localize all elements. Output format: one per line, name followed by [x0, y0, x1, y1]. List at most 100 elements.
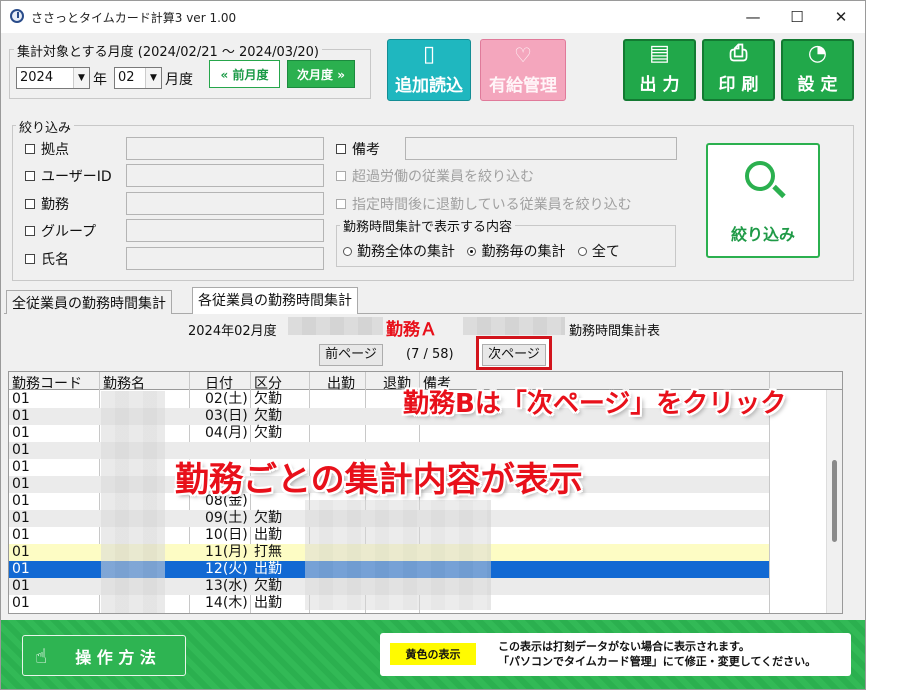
column-header[interactable]: 勤務名	[103, 373, 145, 393]
app-window: ささっとタイムカード計算3 ver 1.00 — ☐ ✕ 集計対象とする月度 (…	[0, 0, 866, 690]
tab-all-employees[interactable]: 全従業員の勤務時間集計	[6, 290, 172, 314]
cell-code: 01	[12, 408, 30, 424]
cell-date: 13(水)	[205, 578, 248, 594]
cell-code: 01	[12, 578, 30, 594]
column-header[interactable]: 日付	[205, 373, 233, 393]
printer-icon: ⎙	[729, 41, 748, 66]
month-value: 02	[118, 70, 135, 85]
cell-code: 01	[12, 459, 30, 475]
how-to-button[interactable]: ☝ 操 作 方 法	[22, 635, 186, 676]
filter-check-group[interactable]: グループ	[25, 221, 96, 241]
tab-each-employee[interactable]: 各従業員の勤務時間集計	[192, 287, 358, 314]
remarks-input[interactable]	[405, 137, 677, 160]
name-input[interactable]	[126, 247, 324, 270]
cell-code: 01	[12, 544, 30, 560]
prev-month-button[interactable]: « 前月度	[209, 60, 280, 88]
vertical-scrollbar[interactable]	[826, 390, 842, 613]
radio-per-shift[interactable]: 勤務毎の集計	[467, 241, 565, 261]
filter-check-remarks[interactable]: 備考	[336, 139, 380, 159]
cell-kind: 欠勤	[254, 510, 282, 526]
column-header[interactable]: 勤務コード	[12, 373, 82, 393]
filter-button[interactable]: 絞り込み	[706, 143, 820, 258]
cell-code: 01	[12, 561, 30, 577]
how-to-label: 操 作 方 法	[75, 647, 156, 667]
filter-check-userid[interactable]: ユーザーID	[25, 166, 112, 186]
cell-kind: 欠勤	[254, 391, 282, 407]
userid-input[interactable]	[126, 164, 324, 187]
blurred-text	[463, 317, 565, 335]
output-label: 出 力	[639, 75, 680, 95]
cell-date: 11(月)	[205, 544, 248, 560]
cell-code: 01	[12, 493, 30, 509]
filter-check-site[interactable]: 拠点	[25, 139, 69, 159]
cell-code: 01	[12, 595, 30, 611]
excel-icon: ▤	[649, 41, 670, 66]
print-label: 印 刷	[718, 75, 759, 95]
radio-all-shift[interactable]: 勤務全体の集計	[343, 241, 455, 261]
filter-check-overtime: 超過労働の従業員を絞り込む	[336, 166, 534, 186]
heart-icon: ♡	[514, 43, 532, 67]
cell-date: 09(土)	[205, 510, 248, 526]
callout-annotation: 勤務Bは「次ページ」をクリック	[403, 389, 787, 419]
site-input[interactable]	[126, 137, 324, 160]
column-header[interactable]: 出勤	[327, 373, 355, 393]
cell-date: 02(土)	[205, 391, 248, 407]
chevron-down-icon: ▼	[73, 68, 89, 88]
cell-code: 01	[12, 476, 30, 492]
output-button[interactable]: ▤ 出 力	[623, 39, 696, 101]
filter-check-shift[interactable]: 勤務	[25, 194, 69, 214]
print-button[interactable]: ⎙ 印 刷	[702, 39, 775, 101]
cell-date: 03(日)	[205, 408, 248, 424]
cell-kind: 欠勤	[254, 408, 282, 424]
group-input[interactable]	[126, 219, 324, 242]
settings-label: 設 定	[797, 75, 838, 95]
next-page-button[interactable]: 次ページ	[482, 344, 546, 366]
cell-code: 01	[12, 510, 30, 526]
close-button[interactable]: ✕	[819, 1, 863, 33]
clock-icon: ◔	[807, 41, 828, 66]
maximize-button[interactable]: ☐	[775, 1, 819, 33]
paid-leave-button[interactable]: ♡ 有給管理	[480, 39, 566, 101]
year-select[interactable]: 2024 ▼	[16, 67, 90, 89]
filter-check-late-leave: 指定時間後に退勤している従業員を絞り込む	[336, 194, 632, 214]
next-month-button[interactable]: 次月度 »	[287, 60, 355, 88]
report-period: 2024年02月度	[188, 324, 277, 339]
search-icon	[745, 161, 775, 191]
filter-check-name[interactable]: 氏名	[25, 249, 69, 269]
blurred-text	[305, 500, 491, 610]
cell-code: 01	[12, 425, 30, 441]
file-add-icon: ▯	[422, 42, 436, 67]
add-read-button[interactable]: ▯ 追加読込	[387, 39, 471, 101]
month-unit: 月度	[165, 72, 193, 88]
title-bar: ささっとタイムカード計算3 ver 1.00 — ☐ ✕	[1, 1, 865, 33]
legend-note: 黄色の表示 この表示は打刻データがない場合に表示されます。 「パソコンでタイムカ…	[380, 633, 851, 676]
prev-page-button[interactable]: 前ページ	[319, 344, 383, 366]
add-read-label: 追加読込	[395, 76, 463, 96]
report-shift-name: 勤務Ａ	[386, 320, 437, 340]
year-unit: 年	[93, 72, 107, 88]
radio-everything[interactable]: 全て	[577, 241, 620, 261]
note-text: この表示は打刻データがない場合に表示されます。 「パソコンでタイムカード管理」に…	[498, 640, 817, 668]
cell-kind: 打無	[254, 544, 282, 560]
footer-bar: ☝ 操 作 方 法 黄色の表示 この表示は打刻データがない場合に表示されます。 …	[1, 620, 865, 689]
display-legend: 勤務時間集計で表示する内容	[340, 216, 516, 235]
minimize-button[interactable]: —	[731, 1, 775, 33]
paid-leave-label: 有給管理	[489, 76, 557, 96]
settings-button[interactable]: ◔ 設 定	[781, 39, 854, 101]
column-header[interactable]: 区分	[254, 373, 282, 393]
shift-input[interactable]	[126, 192, 324, 215]
cell-kind: 出勤	[254, 561, 282, 577]
page-info: (7 / 58)	[406, 347, 454, 362]
cell-date: 04(月)	[205, 425, 248, 441]
cell-code: 01	[12, 527, 30, 543]
hand-pointer-icon: ☝	[35, 643, 48, 668]
month-select[interactable]: 02 ▼	[114, 67, 162, 89]
blurred-text	[101, 391, 165, 613]
cell-date: 12(火)	[205, 561, 248, 577]
headline-annotation: 勤務ごとの集計内容が表示	[175, 460, 583, 500]
filter-button-label: 絞り込み	[730, 225, 795, 244]
period-legend: 集計対象とする月度 (2024/02/21 〜 2024/03/20)	[14, 41, 323, 60]
yellow-badge: 黄色の表示	[390, 643, 476, 665]
cell-date: 10(日)	[205, 527, 248, 543]
chevron-down-icon: ▼	[145, 68, 161, 88]
